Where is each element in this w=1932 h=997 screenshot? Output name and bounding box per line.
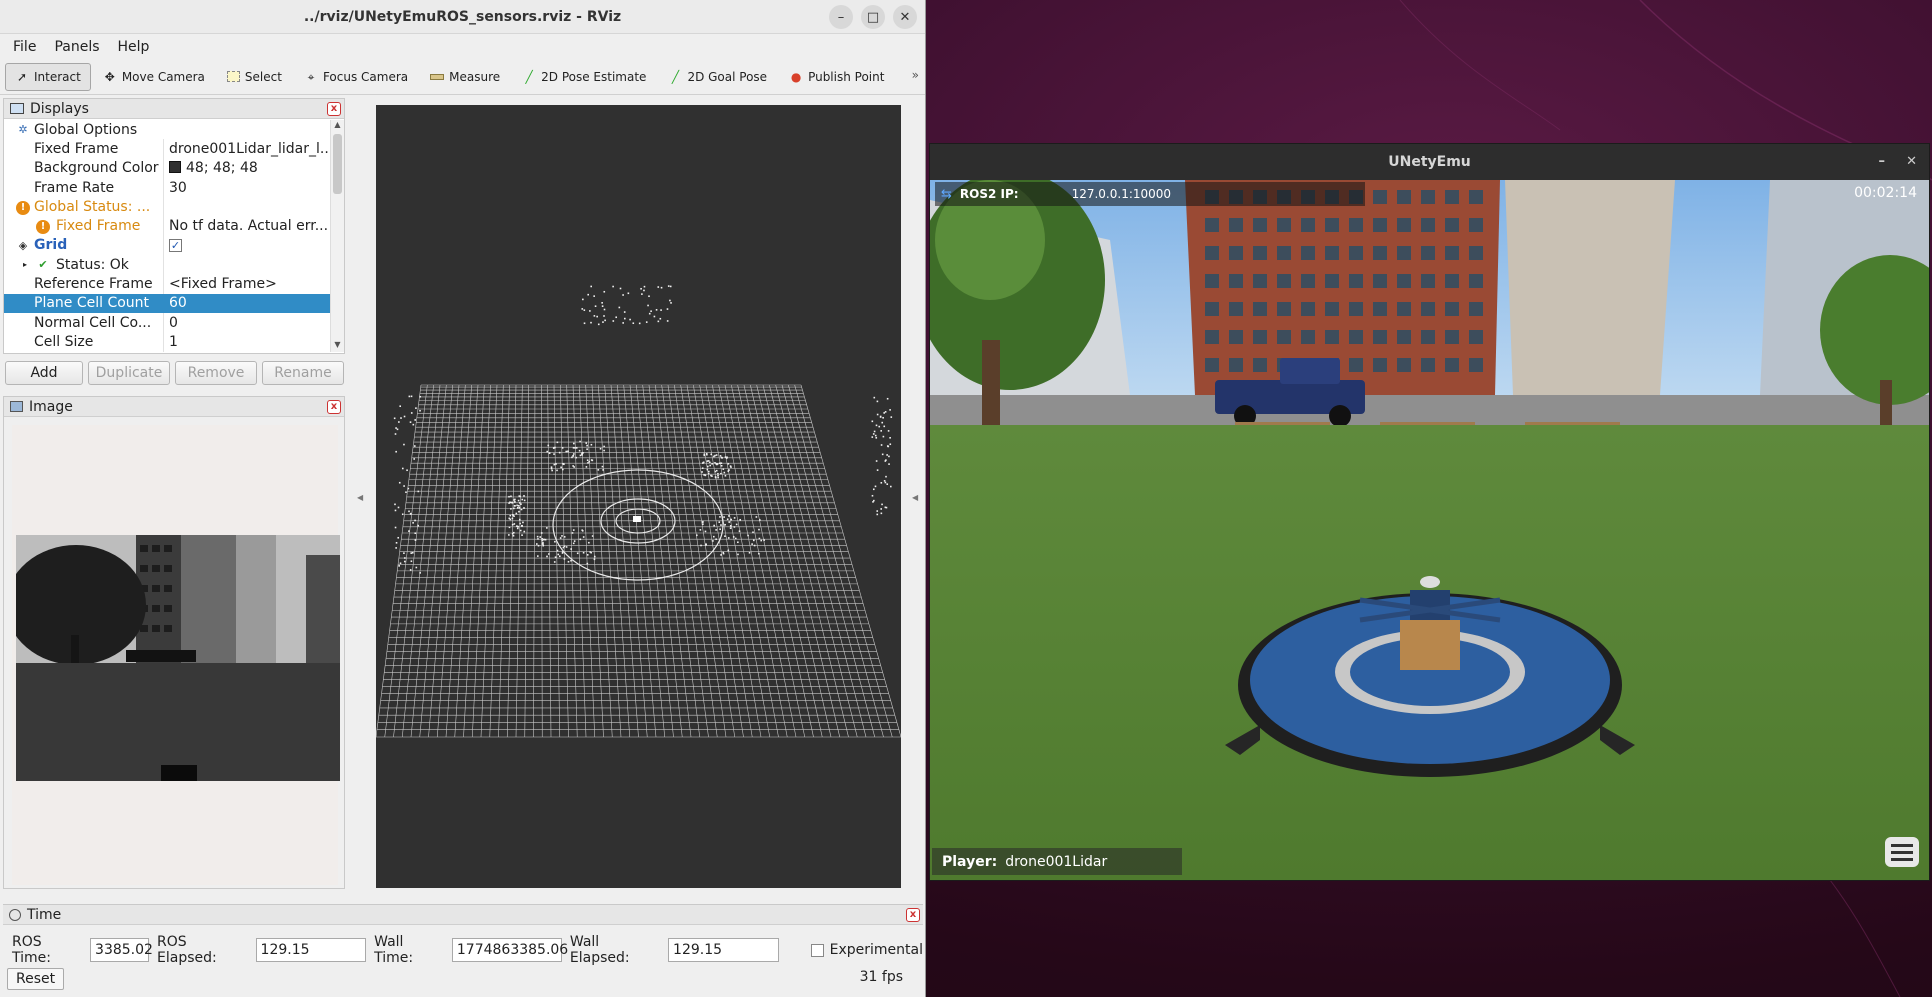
tool-2d-pose-estimate[interactable]: ╱ 2D Pose Estimate xyxy=(512,63,656,91)
displays-panel: Displays x ✲ Global Options Fixed Frame … xyxy=(3,98,345,354)
property-row[interactable]: Reference Frame <Fixed Frame> xyxy=(4,274,330,294)
lidar-grid-visualization xyxy=(375,285,902,738)
experimental-checkbox[interactable]: Experimental xyxy=(810,942,923,958)
green-arrow-icon: ╱ xyxy=(671,69,680,84)
property-row-selected[interactable]: Plane Cell Count 60 xyxy=(4,293,330,313)
close-icon[interactable]: ✕ xyxy=(1906,154,1917,169)
remove-button[interactable]: Remove xyxy=(175,361,257,385)
rviz-window-title: ../rviz/UNetyEmuROS_sensors.rviz - RViz xyxy=(303,8,622,25)
collapse-left-icon[interactable]: ◀ xyxy=(357,493,363,502)
scrollbar-thumb[interactable] xyxy=(333,134,342,194)
property-row[interactable]: Frame Rate 30 xyxy=(4,177,330,198)
ros2-ip-value[interactable]: 127.0.0.1:10000 xyxy=(1072,187,1171,201)
property-row[interactable]: ▸ ✔ Status: Ok xyxy=(4,255,330,275)
fps-readout: 31 fps xyxy=(859,969,903,985)
image-icon xyxy=(10,401,23,412)
scroll-up-icon[interactable]: ▲ xyxy=(331,120,344,132)
display-properties-tree: ✲ Global Options Fixed Frame drone001Lid… xyxy=(4,120,330,352)
displays-scrollbar[interactable]: ▲ ▼ xyxy=(330,120,344,352)
time-fields: ROS Time: 3385.02 ROS Elapsed: 129.15 Wa… xyxy=(12,934,923,966)
player-info-bar: Player: drone001Lidar xyxy=(932,848,1182,875)
rviz-titlebar[interactable]: ../rviz/UNetyEmuROS_sensors.rviz - RViz … xyxy=(0,0,925,34)
time-panel-header: Time x xyxy=(3,905,923,925)
toolbar-overflow-icon[interactable]: » xyxy=(912,68,919,82)
camera-image xyxy=(16,535,340,781)
add-button[interactable]: Add xyxy=(5,361,83,385)
property-row[interactable]: ◈ Grid ✓ xyxy=(4,235,330,256)
tool-2d-goal-pose[interactable]: ╱ 2D Goal Pose xyxy=(658,63,777,91)
tool-publish-point[interactable]: ● Publish Point xyxy=(779,63,894,91)
grid-enabled-checkbox[interactable]: ✓ xyxy=(169,239,182,253)
minimize-icon[interactable]: – xyxy=(1879,154,1886,169)
property-row[interactable]: Normal Cell Co... 0 xyxy=(4,312,330,333)
property-row[interactable]: ! Global Status: ... xyxy=(4,197,330,217)
scene-render xyxy=(930,180,1929,880)
wall-time-field[interactable]: 1774863385.06 xyxy=(451,938,568,962)
displays-panel-header: Displays x xyxy=(4,99,344,119)
ros-elapsed-field[interactable]: 129.15 xyxy=(255,938,367,962)
ros-time-field[interactable]: 3385.02 xyxy=(90,938,153,962)
tool-select[interactable]: Select xyxy=(217,63,292,91)
image-panel-header: Image x xyxy=(4,397,344,417)
color-swatch xyxy=(169,161,181,174)
unetyemu-titlebar[interactable]: UNetyEmu – ✕ xyxy=(930,144,1929,180)
close-icon[interactable]: ✕ xyxy=(893,5,917,29)
displays-buttons: Add Duplicate Remove Rename xyxy=(5,361,344,385)
drone-marker xyxy=(633,516,641,522)
property-row[interactable]: ! Fixed Frame No tf data. Actual err... xyxy=(4,216,330,236)
player-name: drone001Lidar xyxy=(1005,853,1108,870)
monitor-icon xyxy=(10,103,24,114)
unetyemu-window: UNetyEmu – ✕ ⇆ ROS2 IP: 127.0.0.1:10000 … xyxy=(929,143,1930,881)
simulation-scene[interactable]: ⇆ ROS2 IP: 127.0.0.1:10000 00:02:14 Play… xyxy=(930,180,1929,880)
tool-move-camera[interactable]: ✥ Move Camera xyxy=(93,63,215,91)
close-icon[interactable]: x xyxy=(327,102,341,116)
time-panel: Time x ROS Time: 3385.02 ROS Elapsed: 12… xyxy=(3,904,923,996)
unetyemu-window-title: UNetyEmu xyxy=(1388,154,1471,170)
green-arrow-icon: ╱ xyxy=(525,69,533,84)
camera-image-view xyxy=(12,425,340,885)
duplicate-button[interactable]: Duplicate xyxy=(88,361,170,385)
select-box-icon xyxy=(226,71,240,82)
hamburger-menu-icon[interactable] xyxy=(1885,837,1919,867)
menu-bar: File Panels Help xyxy=(0,34,925,59)
rviz-window: ../rviz/UNetyEmuROS_sensors.rviz - RViz … xyxy=(0,0,926,997)
wall-elapsed-field[interactable]: 129.15 xyxy=(668,938,779,962)
rename-button[interactable]: Rename xyxy=(262,361,344,385)
3d-render-view[interactable] xyxy=(375,105,902,888)
reset-button[interactable]: Reset xyxy=(7,968,65,990)
menu-help[interactable]: Help xyxy=(111,37,157,57)
network-icon: ⇆ xyxy=(941,186,952,202)
ros2-ip-bar: ⇆ ROS2 IP: 127.0.0.1:10000 xyxy=(935,182,1365,206)
close-icon[interactable]: x xyxy=(906,908,920,922)
tool-measure[interactable]: Measure xyxy=(420,63,510,91)
focus-icon: ⌖ xyxy=(307,69,315,84)
property-row[interactable]: Cell Size 1 xyxy=(4,332,330,352)
image-panel: Image x xyxy=(3,396,345,889)
maximize-icon[interactable]: □ xyxy=(861,5,885,29)
cursor-icon: ➚ xyxy=(16,69,28,84)
sim-timer: 00:02:14 xyxy=(1854,185,1917,201)
scroll-down-icon[interactable]: ▼ xyxy=(331,340,344,352)
tool-bar: ➚ Interact ✥ Move Camera Select ⌖ Focus … xyxy=(0,59,925,95)
collapse-right-icon[interactable]: ◀ xyxy=(912,493,918,502)
tool-interact[interactable]: ➚ Interact xyxy=(5,62,91,91)
property-row[interactable]: Background Color 48; 48; 48 xyxy=(4,158,330,178)
clock-icon xyxy=(9,908,21,921)
tool-focus-camera[interactable]: ⌖ Focus Camera xyxy=(294,63,418,91)
ruler-icon xyxy=(430,73,445,80)
property-row[interactable]: Fixed Frame drone001Lidar_lidar_l... xyxy=(4,139,330,159)
close-icon[interactable]: x xyxy=(327,400,341,414)
pin-icon: ● xyxy=(790,69,802,84)
minimize-icon[interactable]: – xyxy=(829,5,853,29)
checkbox-unchecked[interactable] xyxy=(810,943,824,957)
menu-file[interactable]: File xyxy=(6,37,43,57)
move-icon: ✥ xyxy=(104,69,115,84)
menu-panels[interactable]: Panels xyxy=(47,37,106,57)
property-row[interactable]: ✲ Global Options xyxy=(4,120,330,139)
